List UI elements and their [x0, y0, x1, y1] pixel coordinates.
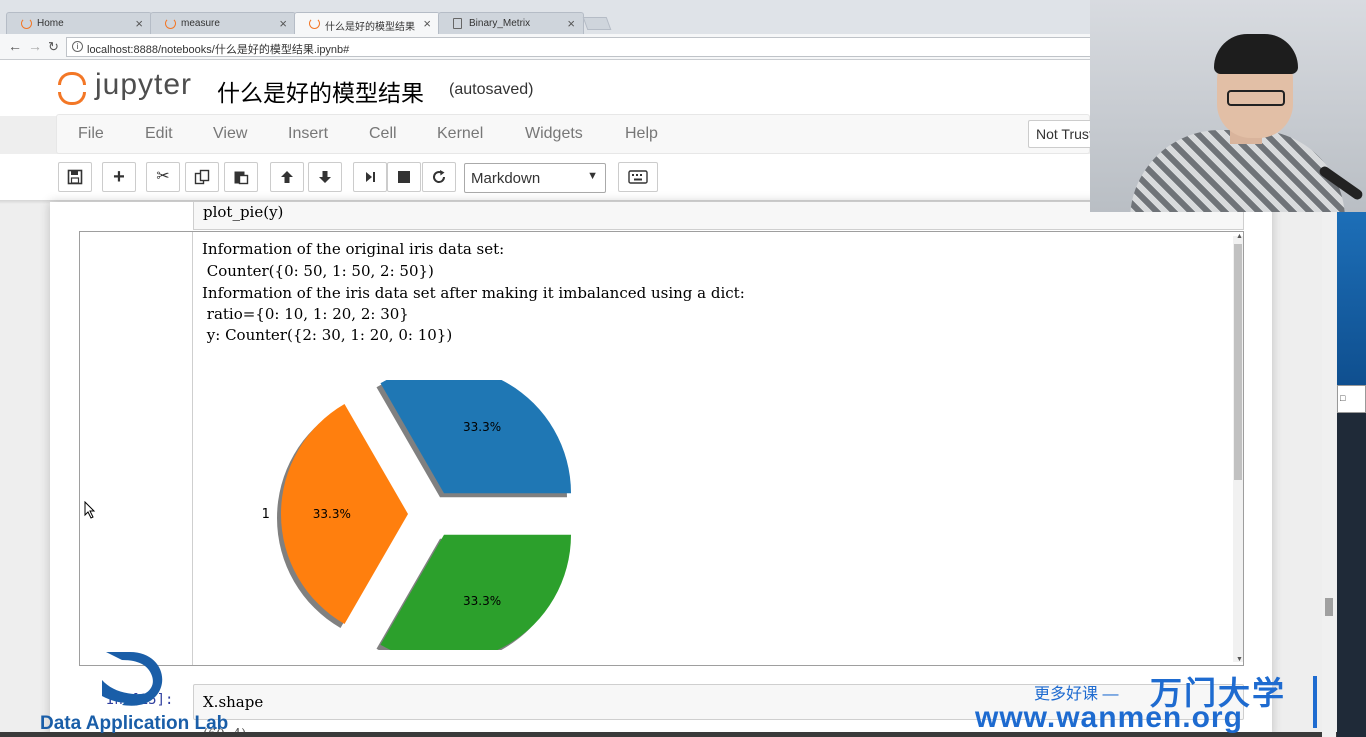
- code-cell-text[interactable]: plot_pie(y): [203, 203, 283, 221]
- output-line: Information of the iris data set after m…: [202, 284, 745, 302]
- output-line: Information of the original iris data se…: [202, 240, 505, 258]
- page-scrollbar[interactable]: [1322, 202, 1336, 737]
- notebook-title[interactable]: 什么是好的模型结果: [217, 74, 424, 108]
- presenter-hair: [1214, 34, 1298, 74]
- info-icon: i: [72, 41, 83, 52]
- cell-type-select[interactable]: Markdown ▼: [464, 163, 606, 193]
- background-window: □: [1337, 210, 1366, 737]
- move-down-button[interactable]: [308, 162, 342, 192]
- url-text: localhost:8888/notebooks/什么是好的模型结果.ipynb…: [87, 44, 350, 56]
- menu-widgets[interactable]: Widgets: [525, 125, 583, 143]
- plus-icon: +: [113, 166, 125, 188]
- close-icon[interactable]: ×: [135, 16, 143, 31]
- command-palette-button[interactable]: [618, 162, 658, 192]
- browser-tab-notebook[interactable]: 什么是好的模型结果 ×: [294, 12, 440, 34]
- copy-button[interactable]: [185, 162, 219, 192]
- data-application-lab-logo: [102, 652, 163, 706]
- data-application-lab-text: Data Application Lab: [40, 713, 229, 734]
- pie-pct-label: 33.3%: [313, 507, 351, 521]
- document-tab-icon: [453, 18, 462, 29]
- cell-type-value: Markdown: [471, 170, 541, 187]
- step-forward-icon: [366, 172, 375, 182]
- arrow-down-icon: [319, 171, 331, 183]
- arrow-up-icon: [281, 171, 293, 183]
- watermark-divider: [1313, 676, 1317, 728]
- close-icon[interactable]: ×: [423, 16, 431, 31]
- output-line: y: Counter({2: 30, 1: 20, 0: 10}): [202, 326, 453, 344]
- browser-tab-home[interactable]: Home ×: [6, 12, 152, 34]
- browser-tab-binary-metrix[interactable]: Binary_Metrix ×: [438, 12, 584, 34]
- restart-icon: [433, 170, 446, 183]
- cut-button[interactable]: ✂: [146, 162, 180, 192]
- tab-label: Home: [37, 18, 64, 29]
- stop-icon: [398, 171, 410, 183]
- scroll-up-icon[interactable]: ▲: [1236, 233, 1243, 240]
- jupyter-tab-icon: [309, 18, 320, 29]
- reload-icon[interactable]: ↻: [48, 39, 59, 55]
- tab-label: 什么是好的模型结果: [325, 22, 415, 33]
- interrupt-button[interactable]: [387, 162, 421, 192]
- back-icon[interactable]: ←: [8, 38, 22, 54]
- tab-label: measure: [181, 18, 220, 29]
- copy-icon: [194, 169, 210, 185]
- run-button[interactable]: [353, 162, 387, 192]
- watermark-url: www.wanmen.org: [975, 701, 1243, 734]
- menu-view[interactable]: View: [213, 125, 247, 143]
- scissors-icon: ✂: [156, 168, 170, 185]
- trust-indicator[interactable]: Not Trusted: [1028, 120, 1090, 148]
- restart-button[interactable]: [422, 162, 456, 192]
- output-line: ratio={0: 10, 1: 20, 2: 30}: [202, 305, 409, 323]
- menu-edit[interactable]: Edit: [145, 125, 173, 143]
- menubar: File Edit View Insert Cell Kernel Widget…: [56, 114, 1090, 154]
- jupyter-tab-icon: [21, 18, 32, 29]
- save-status: (autosaved): [449, 81, 534, 98]
- insert-cell-button[interactable]: +: [102, 162, 136, 192]
- jupyter-tab-icon: [165, 18, 176, 29]
- pie-category-label: 1: [262, 507, 270, 522]
- webcam-overlay: [1090, 0, 1366, 212]
- close-icon[interactable]: ×: [279, 16, 287, 31]
- jupyter-wordmark[interactable]: jupyter: [95, 68, 192, 102]
- scrollbar-thumb[interactable]: [1234, 244, 1242, 480]
- background-window-button: □: [1337, 385, 1366, 413]
- keyboard-icon: [628, 170, 648, 184]
- menu-kernel[interactable]: Kernel: [437, 125, 483, 143]
- new-tab-button[interactable]: [582, 17, 612, 30]
- jupyter-logo-icon[interactable]: [58, 72, 88, 106]
- output-scrollbar[interactable]: [1233, 236, 1243, 662]
- menu-help[interactable]: Help: [625, 125, 658, 143]
- close-icon[interactable]: ×: [567, 16, 575, 31]
- scrollbar-thumb[interactable]: [1325, 598, 1333, 616]
- paste-icon: [234, 171, 249, 185]
- menu-insert[interactable]: Insert: [288, 125, 328, 143]
- save-button[interactable]: [58, 162, 92, 192]
- move-up-button[interactable]: [270, 162, 304, 192]
- code-cell-input[interactable]: [193, 202, 1244, 230]
- background-window-panel: [1337, 210, 1366, 385]
- browser-tab-measure[interactable]: measure ×: [150, 12, 296, 34]
- pie-pct-label: 33.3%: [463, 594, 501, 608]
- chevron-down-icon: ▼: [587, 170, 598, 182]
- output-line: Counter({0: 50, 1: 50, 2: 50}): [202, 262, 434, 280]
- paste-button[interactable]: [224, 162, 258, 192]
- forward-icon[interactable]: →: [28, 38, 42, 54]
- save-icon: [67, 169, 83, 185]
- menu-cell[interactable]: Cell: [369, 125, 397, 143]
- presenter-glasses: [1227, 90, 1285, 106]
- scroll-down-icon[interactable]: ▼: [1236, 656, 1243, 663]
- tab-label: Binary_Metrix: [469, 18, 531, 29]
- menu-file[interactable]: File: [78, 125, 104, 143]
- pie-pct-label: 33.3%: [463, 420, 501, 434]
- next-code-text[interactable]: X.shape: [203, 693, 263, 711]
- pie-chart: 33.3%033.3%133.3%2: [262, 380, 571, 650]
- mouse-cursor-icon: [84, 501, 96, 519]
- output-prompt-column[interactable]: [80, 232, 193, 665]
- url-input[interactable]: i localhost:8888/notebooks/什么是好的模型结果.ipy…: [66, 37, 1096, 57]
